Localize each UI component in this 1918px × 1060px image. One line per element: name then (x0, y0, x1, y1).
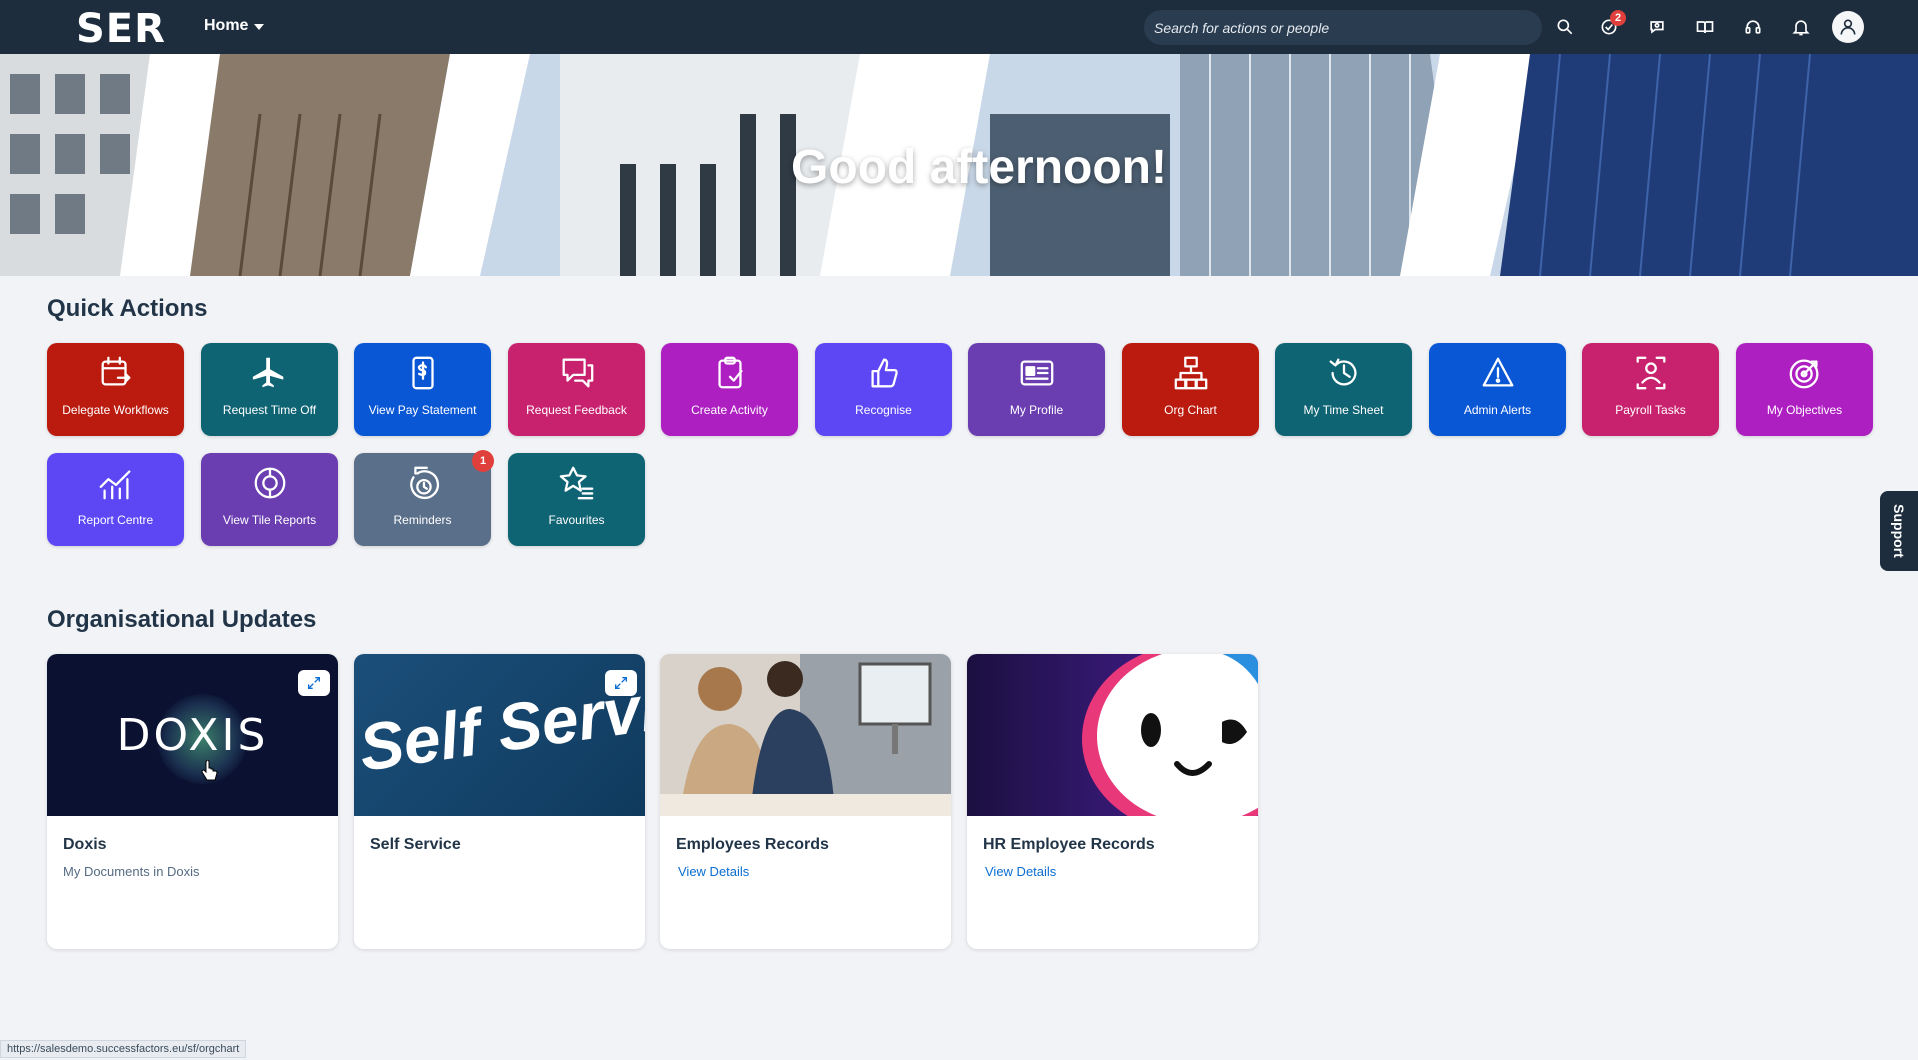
tile-favourites[interactable]: Favourites (508, 453, 645, 546)
history-icon (1324, 353, 1364, 393)
tile-report-icon (250, 463, 290, 503)
card-title: HR Employee Records (983, 836, 1155, 853)
tile-label: Delegate Workflows (62, 403, 169, 417)
mascot-face-illustration (1082, 654, 1258, 816)
support-tab[interactable]: Support (1880, 491, 1918, 571)
tile-report-centre[interactable]: Report Centre (47, 453, 184, 546)
chevron-down-icon (254, 24, 265, 30)
view-details-link[interactable]: View Details (678, 864, 749, 879)
tile-recognise[interactable]: Recognise (815, 343, 952, 436)
tile-payroll-tasks[interactable]: Payroll Tasks (1582, 343, 1719, 436)
chat-icon[interactable] (1644, 14, 1670, 40)
tile-delegate-workflows[interactable]: Delegate Workflows (47, 343, 184, 436)
self-service-sign-text: Self Service (354, 659, 645, 785)
card-title: Self Service (370, 836, 461, 853)
tile-label: Recognise (855, 403, 912, 417)
greeting-heading: Good afternoon! (791, 141, 1167, 194)
tile-label: Favourites (548, 513, 605, 527)
shell-bar: SER Home 2 (0, 0, 1918, 54)
status-bar-url: https://salesdemo.successfactors.eu/sf/o… (0, 1040, 247, 1058)
search-icon[interactable] (1552, 14, 1578, 40)
tile-label: My Profile (1009, 403, 1064, 417)
tile-my-profile[interactable]: My Profile (968, 343, 1105, 436)
reminder-icon (403, 463, 443, 503)
home-menu[interactable]: Home (204, 17, 265, 35)
clipboard-check-icon (710, 353, 750, 393)
update-card-employees-records[interactable]: Employees Records View Details (660, 654, 951, 949)
tile-request-time-off[interactable]: Request Time Off (201, 343, 338, 436)
self-service-card-image: Self Service (354, 654, 645, 816)
tile-request-feedback[interactable]: Request Feedback (508, 343, 645, 436)
tile-label: My Objectives (1766, 403, 1843, 417)
tile-view-pay-statement[interactable]: View Pay Statement (354, 343, 491, 436)
tile-label: View Tile Reports (222, 513, 317, 527)
feedback-icon (557, 353, 597, 393)
tile-org-chart[interactable]: Org Chart (1122, 343, 1259, 436)
hero-banner: Good afternoon! (0, 54, 1918, 276)
quick-actions-title: Quick Actions (47, 295, 208, 322)
employees-records-card-image (660, 654, 951, 816)
tile-admin-alerts[interactable]: Admin Alerts (1429, 343, 1566, 436)
reminder-count-badge: 1 (472, 450, 494, 472)
tile-create-activity[interactable]: Create Activity (661, 343, 798, 436)
home-menu-label: Home (204, 17, 249, 34)
target-icon (1785, 353, 1825, 393)
bell-icon[interactable] (1788, 14, 1814, 40)
expand-icon[interactable] (298, 670, 330, 696)
hr-records-card-image (967, 654, 1258, 816)
update-card-hr-employee-records[interactable]: HR Employee Records View Details (967, 654, 1258, 949)
tile-reminders[interactable]: Reminders 1 (354, 450, 494, 546)
payroll-icon (1631, 353, 1671, 393)
card-subtitle: My Documents in Doxis (63, 864, 200, 879)
tile-my-objectives[interactable]: My Objectives (1736, 343, 1873, 436)
avatar-icon (1840, 19, 1856, 35)
card-title: Doxis (63, 836, 107, 853)
tile-label: Request Time Off (222, 403, 317, 417)
thumbs-up-icon (864, 353, 904, 393)
office-people-illustration (660, 654, 951, 816)
view-details-link[interactable]: View Details (985, 864, 1056, 879)
tile-label: Admin Alerts (1463, 403, 1532, 417)
org-chart-icon (1171, 353, 1211, 393)
airplane-icon (250, 353, 290, 393)
star-list-icon (557, 463, 597, 503)
tile-label: My Time Sheet (1303, 403, 1384, 417)
book-icon[interactable] (1692, 14, 1718, 40)
id-card-icon (1017, 353, 1057, 393)
update-card-self-service[interactable]: Self Service Self Service (354, 654, 645, 949)
hand-cursor-icon (201, 760, 218, 781)
tile-view-tile-reports[interactable]: View Tile Reports (201, 453, 338, 546)
search-input[interactable] (1144, 10, 1542, 45)
expand-icon[interactable] (605, 670, 637, 696)
tile-label: Payroll Tasks (1615, 403, 1686, 417)
tile-label: Org Chart (1164, 403, 1217, 417)
tile-my-time-sheet[interactable]: My Time Sheet (1275, 343, 1412, 436)
avatar[interactable] (1832, 11, 1864, 43)
tile-label: View Pay Statement (368, 403, 477, 417)
headset-icon[interactable] (1740, 14, 1766, 40)
pay-statement-icon (403, 353, 443, 393)
card-title: Employees Records (676, 836, 829, 853)
tile-label: Request Feedback (526, 403, 627, 417)
todo-badge: 2 (1610, 10, 1626, 26)
update-card-doxis[interactable]: DOXIS Doxis My Documents in Doxis (47, 654, 338, 949)
doxis-card-image: DOXIS (47, 654, 338, 816)
org-updates-title: Organisational Updates (47, 606, 317, 633)
tile-label: Report Centre (77, 513, 154, 527)
company-logo[interactable]: SER (76, 6, 166, 52)
alert-triangle-icon (1478, 353, 1518, 393)
line-chart-icon (96, 463, 136, 503)
tile-label: Reminders (393, 513, 452, 527)
todo-icon[interactable]: 2 (1596, 10, 1626, 40)
calendar-arrow-icon (96, 353, 136, 393)
tile-label: Create Activity (691, 403, 768, 417)
doxis-logo-text: DOXIS (116, 710, 269, 761)
